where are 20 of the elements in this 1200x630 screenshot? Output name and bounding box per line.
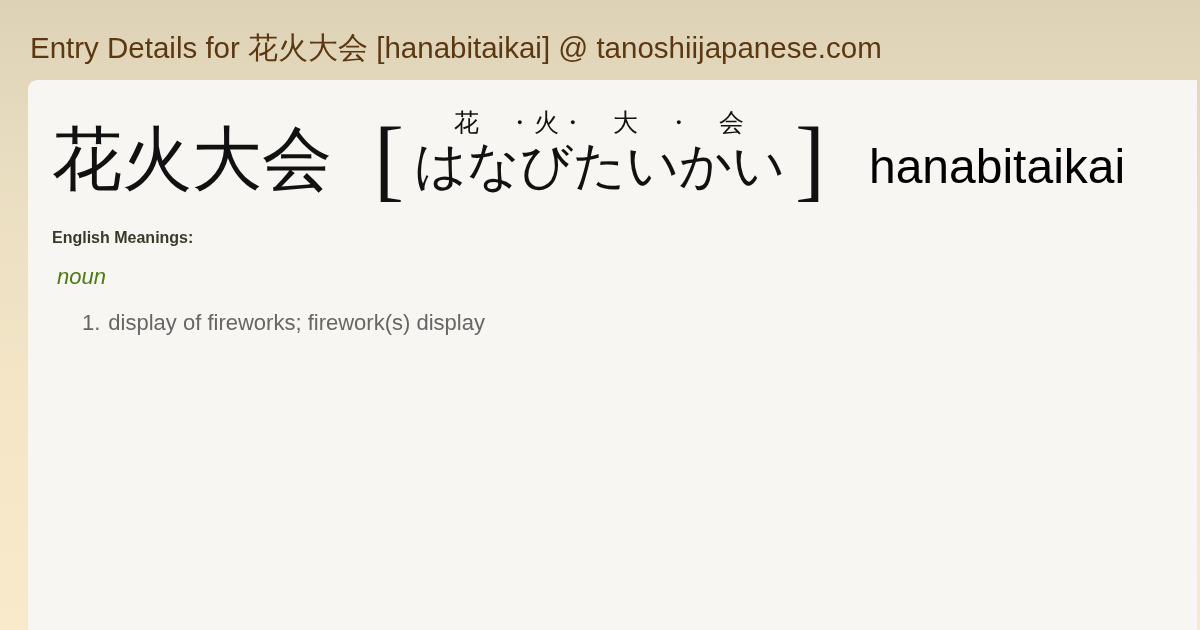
furigana-separator: ・ [560,108,586,138]
page-title: Entry Details for 花火大会 [hanabitaikai] @ tanoshiijapanese.com [30,30,882,66]
reading-kana: び [520,138,573,194]
closing-bracket: ] [795,115,825,205]
furigana-kanji: 火 [534,108,559,138]
sense-number: 1. [82,310,101,336]
reading-kana: たい [573,138,679,194]
furigana-kanji: 会 [719,108,745,138]
romaji-reading: hanabitaikai [868,143,1126,191]
sense-text: display of fireworks; firework(s) display [108,310,485,336]
furigana-separator: ・ [507,108,533,138]
reading-kana: かい [679,138,785,194]
furigana-kanji: 花 [454,108,480,138]
opening-bracket: [ [374,115,404,205]
furigana-separator: ・ [666,108,692,138]
meanings-heading: English Meanings: [52,228,194,248]
part-of-speech: noun [57,264,106,290]
reading-kana: はな [414,138,520,194]
furigana-kanji: 大 [613,108,639,138]
headword: 花火大会 [52,125,332,195]
